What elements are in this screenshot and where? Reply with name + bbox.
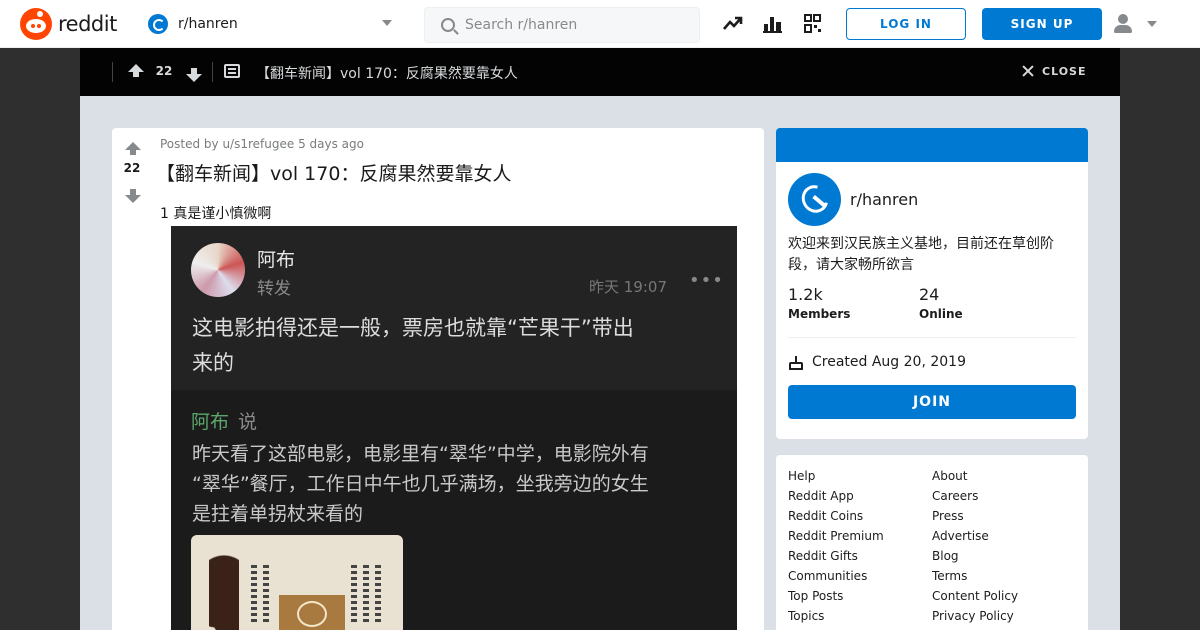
logo-wordmark: reddit	[58, 12, 117, 36]
image-quote-author: 阿布	[191, 411, 230, 433]
members-count: 1.2k	[788, 285, 823, 304]
community-icon	[148, 14, 168, 34]
more-icon: •••	[689, 270, 724, 291]
community-about-card: r/hanren 欢迎来到汉民族主义基地，目前还在草创阶段，请大家畅所欲言 1.…	[776, 128, 1088, 439]
footer-link[interactable]: Blog	[932, 549, 959, 563]
postbar-title: 【翻车新闻】vol 170：反腐果然要靠女人	[256, 66, 518, 82]
reddit-logo[interactable]: reddit	[20, 8, 117, 40]
reddit-alien-icon	[20, 8, 52, 40]
community-icon	[788, 173, 841, 226]
footer-link[interactable]: Topics	[788, 609, 824, 623]
image-avatar	[191, 243, 245, 297]
top-header: reddit r/hanren LOG IN SIGN UP	[0, 0, 1200, 48]
post-image[interactable]: 阿布 转发 昨天 19:07 ••• 这电影拍得还是一般，票房也就靠“芒果干”带…	[171, 226, 737, 630]
footer-link[interactable]: Advertise	[932, 529, 989, 543]
post-upvote-button[interactable]	[125, 142, 141, 155]
footer-link[interactable]: Privacy Policy	[932, 609, 1014, 623]
comment-icon	[224, 64, 240, 78]
ticket-photo	[191, 535, 403, 630]
signup-button[interactable]: SIGN UP	[982, 8, 1102, 40]
upvote-arrow-icon	[125, 142, 141, 155]
post-vote-count: 22	[123, 161, 141, 175]
footer-link[interactable]: Terms	[932, 569, 967, 583]
about-card-header	[776, 128, 1088, 162]
footer-link[interactable]: Top Posts	[788, 589, 843, 603]
image-text-line: 来的	[192, 351, 234, 375]
footer-link[interactable]: Reddit Coins	[788, 509, 863, 523]
community-description: 欢迎来到汉民族主义基地，目前还在草创阶段，请大家畅所欲言	[788, 236, 1054, 273]
divider	[788, 337, 1076, 338]
footer-link[interactable]: Reddit Gifts	[788, 549, 858, 563]
upvote-button[interactable]	[128, 64, 144, 77]
online-label: Online	[919, 307, 963, 321]
coins-icon[interactable]	[803, 14, 823, 34]
image-quote-line: 是拄着单拐杖来看的	[192, 503, 364, 525]
stats-icon[interactable]	[763, 14, 783, 34]
upvote-arrow-icon	[128, 64, 144, 77]
footer-links-card: Help Reddit App Reddit Coins Reddit Prem…	[776, 455, 1088, 630]
image-quote-line: “翠华”餐厅，工作日中午也几乎满场，坐我旁边的女生	[192, 473, 649, 495]
footer-link[interactable]: Reddit Premium	[788, 529, 884, 543]
footer-link[interactable]: Content Policy	[932, 589, 1018, 603]
join-button[interactable]: JOIN	[788, 385, 1076, 419]
community-dropdown-label: r/hanren	[178, 16, 238, 32]
footer-link[interactable]: Communities	[788, 569, 867, 583]
post-card: 22 Posted by u/s1refugee 5 days ago 【翻车新…	[112, 128, 764, 630]
close-icon[interactable]	[1022, 65, 1034, 77]
search-bar[interactable]	[424, 7, 700, 43]
downvote-button[interactable]	[186, 68, 202, 82]
post-vote-column: 22	[112, 128, 152, 630]
post-title: 【翻车新闻】vol 170：反腐果然要靠女人	[156, 163, 512, 185]
post-top-bar: 22 【翻车新闻】vol 170：反腐果然要靠女人 CLOSE	[80, 48, 1120, 96]
footer-link[interactable]: Press	[932, 509, 964, 523]
created-date: Created Aug 20, 2019	[812, 354, 966, 370]
user-icon[interactable]	[1114, 14, 1132, 34]
post-body-text: 1 真是谨小慎微啊	[160, 206, 272, 222]
chevron-down-icon	[382, 20, 392, 26]
community-dropdown[interactable]: r/hanren	[148, 9, 404, 39]
downvote-arrow-icon	[125, 189, 141, 203]
close-button[interactable]: CLOSE	[1042, 65, 1086, 78]
vote-count: 22	[155, 64, 173, 78]
chevron-down-icon[interactable]	[1147, 21, 1157, 27]
search-input[interactable]	[465, 17, 685, 33]
image-action: 转发	[257, 279, 291, 299]
footer-link[interactable]: Reddit App	[788, 489, 854, 503]
image-text-line: 这电影拍得还是一般，票房也就靠“芒果干”带出	[192, 316, 634, 340]
footer-link[interactable]: Help	[788, 469, 815, 483]
post-meta: Posted by u/s1refugee 5 days ago	[160, 137, 364, 151]
login-button[interactable]: LOG IN	[846, 8, 966, 40]
image-quote-line: 昨天看了这部电影，电影里有“翠华”中学，电影院外有	[192, 443, 649, 465]
cake-icon	[788, 355, 804, 371]
image-author: 阿布	[257, 249, 296, 271]
downvote-arrow-icon	[186, 68, 202, 82]
community-name[interactable]: r/hanren	[850, 190, 918, 209]
post-downvote-button[interactable]	[125, 189, 141, 203]
search-icon	[441, 18, 455, 32]
footer-link[interactable]: Careers	[932, 489, 978, 503]
trending-icon[interactable]	[723, 14, 743, 34]
members-label: Members	[788, 307, 851, 321]
footer-link[interactable]: About	[932, 469, 967, 483]
image-quote-verb: 说	[238, 411, 258, 433]
image-top-section	[171, 226, 737, 390]
online-count: 24	[919, 285, 940, 304]
image-time: 昨天 19:07	[589, 278, 667, 296]
